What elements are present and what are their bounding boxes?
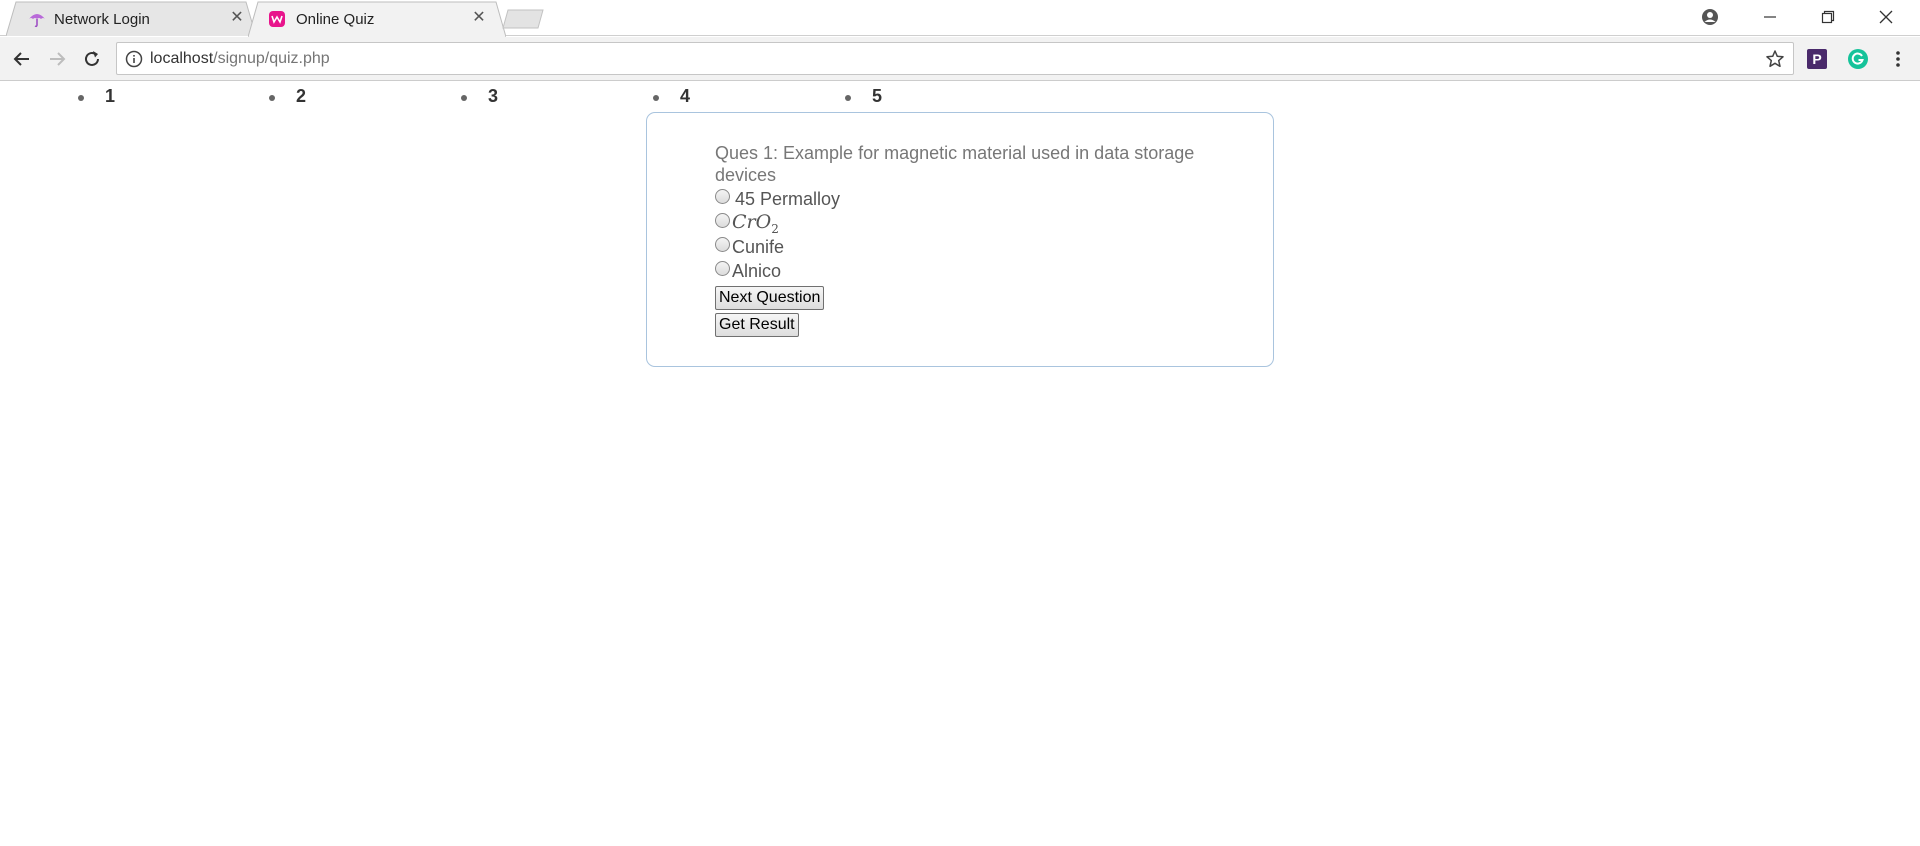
svg-text:P: P — [1812, 51, 1821, 67]
option-label: 45 Permalloy — [735, 188, 841, 209]
question-link-2[interactable]: 2 — [296, 86, 306, 107]
close-icon[interactable]: ✕ — [228, 9, 246, 27]
profile-icon[interactable] — [1682, 0, 1738, 34]
option-label: CrO — [732, 210, 772, 233]
question-link-4[interactable]: 4 — [680, 86, 690, 107]
bookmark-star-icon[interactable] — [1765, 49, 1785, 69]
list-bullet — [269, 95, 275, 101]
list-bullet — [461, 95, 467, 101]
url-host: localhost — [150, 50, 214, 67]
quiz-card: Ques 1: Example for magnetic material us… — [646, 112, 1274, 367]
option-label-math: CrO2 — [732, 211, 779, 236]
question-link-5[interactable]: 5 — [872, 86, 882, 107]
p-extension-icon[interactable]: P — [1806, 48, 1828, 70]
question-nav: 1 2 3 4 5 — [0, 86, 1000, 110]
question-link-1[interactable]: 1 — [105, 86, 115, 107]
reload-icon[interactable] — [78, 45, 106, 73]
tab-network-login[interactable]: Network Login ✕ — [6, 1, 256, 36]
radio-button[interactable] — [715, 213, 730, 228]
option-label: Cunife — [732, 236, 785, 257]
option-1[interactable]: 45 Permalloy — [715, 188, 840, 210]
close-icon[interactable]: ✕ — [470, 9, 488, 27]
radio-button[interactable] — [715, 237, 730, 252]
new-tab-button[interactable] — [502, 9, 544, 29]
tab-title: Online Quiz — [296, 11, 375, 28]
tab-online-quiz[interactable]: Online Quiz ✕ — [248, 1, 506, 37]
address-bar[interactable]: localhost/signup/quiz.php — [116, 42, 1794, 75]
tab-title: Network Login — [54, 11, 150, 28]
radio-button[interactable] — [715, 189, 730, 204]
tab-strip: Network Login ✕ Online Quiz ✕ — [0, 0, 1920, 37]
wamp-icon — [269, 11, 285, 27]
option-label: Alnico — [732, 260, 782, 281]
umbrella-icon — [29, 14, 45, 28]
browser-toolbar: localhost/signup/quiz.php P — [0, 37, 1920, 81]
question-link-3[interactable]: 3 — [488, 86, 498, 107]
radio-button[interactable] — [715, 261, 730, 276]
minimize-icon[interactable] — [1742, 0, 1798, 34]
option-subscript: 2 — [771, 221, 779, 236]
forward-arrow-icon[interactable] — [43, 45, 71, 73]
back-arrow-icon[interactable] — [8, 45, 36, 73]
get-result-button[interactable]: Get Result — [715, 313, 799, 337]
info-icon[interactable] — [125, 50, 143, 68]
list-bullet — [78, 95, 84, 101]
menu-kebab-icon[interactable] — [1884, 45, 1912, 73]
grammarly-icon[interactable] — [1847, 48, 1869, 70]
restore-icon[interactable] — [1800, 0, 1856, 34]
option-4[interactable]: Alnico — [715, 260, 781, 282]
option-3[interactable]: Cunife — [715, 236, 784, 258]
url-path: /signup/quiz.php — [213, 50, 330, 67]
tab-shape — [248, 1, 506, 37]
next-question-button[interactable]: Next Question — [715, 286, 825, 310]
list-bullet — [845, 95, 851, 101]
question-text: Ques 1: Example for magnetic material us… — [715, 143, 1195, 185]
option-2[interactable]: CrO2 — [715, 211, 779, 236]
list-bullet — [653, 95, 659, 101]
close-window-icon[interactable] — [1858, 0, 1914, 34]
url-text: localhost/signup/quiz.php — [150, 50, 330, 68]
